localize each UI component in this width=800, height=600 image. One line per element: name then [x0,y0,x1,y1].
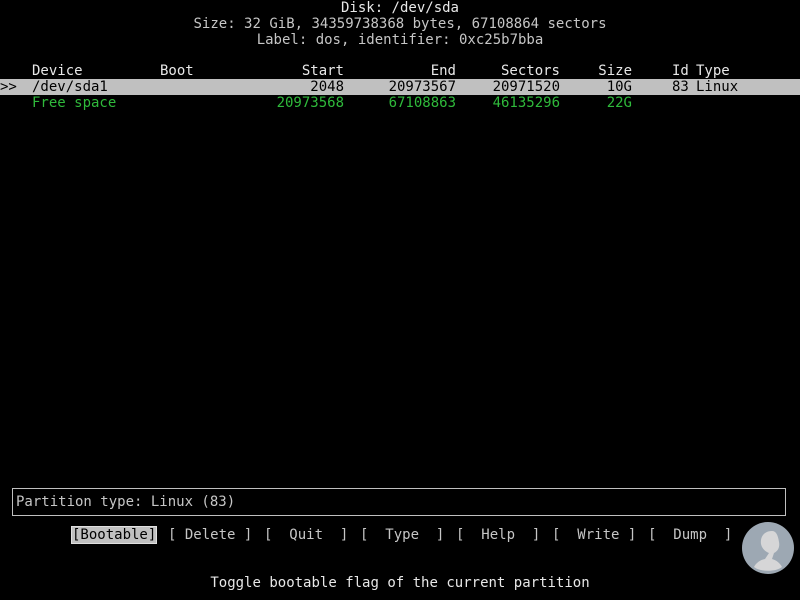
write-button[interactable]: [ Write ] [552,527,636,543]
partition-start: 20973568 [276,95,344,111]
column-type: Type [696,63,730,79]
partition-start: 2048 [310,79,344,95]
disk-label: Label: dos, identifier: 0xc25b7bba [256,32,544,48]
partition-device: Free space [32,95,117,111]
partition-end: 67108863 [388,95,456,111]
column-boot: Boot [160,63,194,79]
partition-row-sda1[interactable]: >> /dev/sda1 2048 20973567 20971520 10G … [0,79,800,95]
bootable-button[interactable]: [Bootable] [70,526,158,544]
partition-end: 20973567 [388,79,456,95]
partition-type-info: Partition type: Linux (83) [16,494,236,510]
partition-type: Linux [696,79,739,95]
column-start: Start [301,63,344,79]
user-silhouette-icon [742,522,794,574]
help-button[interactable]: [ Help ] [456,527,540,543]
partition-sectors: 20971520 [492,79,560,95]
column-id: Id [672,63,689,79]
partition-id: 83 [672,79,689,95]
delete-button[interactable]: [ Delete ] [168,527,252,543]
selection-marker: >> [0,79,17,95]
partition-row-free-space[interactable]: Free space 20973568 67108863 46135296 22… [0,95,800,111]
column-end: End [430,63,456,79]
column-sectors: Sectors [500,63,560,79]
type-button[interactable]: [ Type ] [360,527,444,543]
column-size: Size [598,63,632,79]
action-hint: Toggle bootable flag of the current part… [210,575,590,591]
partition-table-header: Device Boot Start End Sectors Size Id Ty… [0,63,800,79]
dump-button[interactable]: [ Dump ] [648,527,732,543]
quit-button[interactable]: [ Quit ] [264,527,348,543]
disk-title: Disk: /dev/sda [340,0,459,16]
partition-size: 10G [606,79,632,95]
partition-size: 22G [606,95,632,111]
column-device: Device [32,63,83,79]
partition-sectors: 46135296 [492,95,560,111]
partition-device: /dev/sda1 [32,79,108,95]
disk-size: Size: 32 GiB, 34359738368 bytes, 6710886… [193,16,607,32]
partition-info-box: Partition type: Linux (83) [12,488,786,516]
